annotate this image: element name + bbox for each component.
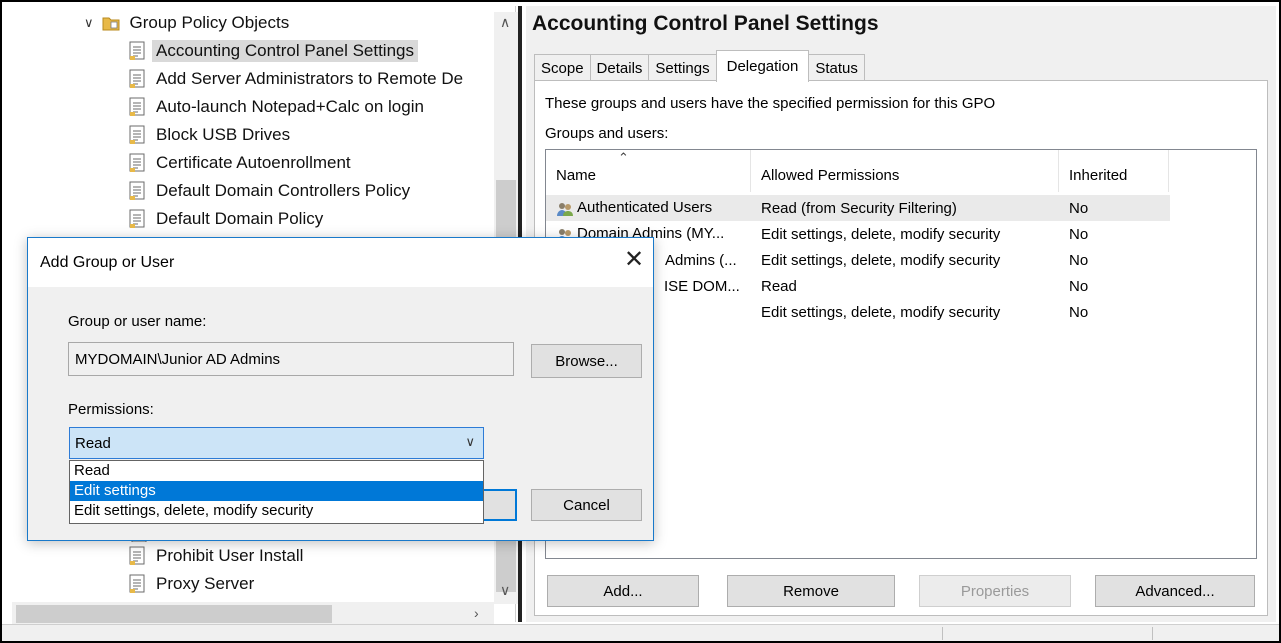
tree-item-add-server-administrators[interactable]: Add Server Administrators to Remote De	[128, 65, 467, 93]
tree-item-label: Proxy Server	[156, 574, 255, 593]
table-row[interactable]: Authenticated Users Read (from Security …	[546, 195, 1170, 221]
status-bar	[2, 624, 1279, 641]
tab-delegation[interactable]: Delegation	[715, 50, 810, 82]
scroll-right-icon[interactable]: ›	[474, 605, 479, 621]
option-read[interactable]: Read	[70, 461, 483, 481]
tab-scope[interactable]: Scope	[534, 54, 591, 82]
tree-root-group-policy-objects[interactable]: ∨ Group Policy Objects	[84, 9, 293, 37]
tree-horizontal-scrollbar[interactable]: ›	[12, 602, 494, 626]
tree-item-accounting-control-panel-settings[interactable]: Accounting Control Panel Settings	[128, 37, 418, 65]
tab-strip: Scope Details Settings Delegation Status	[534, 50, 865, 82]
tree-item-label: Default Domain Policy	[156, 209, 324, 228]
option-edit-settings-delete-modify-security[interactable]: Edit settings, delete, modify security	[70, 501, 483, 521]
chevron-down-icon[interactable]: ∨	[465, 434, 475, 450]
tab-settings[interactable]: Settings	[648, 54, 717, 82]
tree-item-label: Block USB Drives	[156, 125, 291, 144]
tree-item-block-usb-drives[interactable]: Block USB Drives	[128, 121, 294, 149]
tab-details[interactable]: Details	[589, 54, 650, 82]
option-edit-settings[interactable]: Edit settings	[70, 481, 483, 501]
sort-ascending-icon: ⌃	[618, 150, 629, 165]
delegation-description: These groups and users have the specifie…	[545, 95, 996, 112]
chevron-down-icon[interactable]: ∨	[84, 15, 94, 31]
tree-root-label: Group Policy Objects	[129, 13, 290, 32]
gpo-icon	[129, 546, 145, 565]
permissions-combobox[interactable]: Read ∨	[69, 427, 484, 459]
gpo-icon	[129, 153, 145, 172]
tree-item-prohibit-user-install[interactable]: Prohibit User Install	[128, 542, 307, 570]
tree-item-label: Accounting Control Panel Settings	[152, 40, 418, 62]
tree-item-label: Certificate Autoenrollment	[156, 153, 351, 172]
gpo-icon	[129, 125, 145, 144]
dialog-title: Add Group or User	[40, 254, 175, 271]
browse-button[interactable]: Browse...	[531, 344, 642, 378]
tree-item-label: Add Server Administrators to Remote De	[156, 69, 464, 88]
users-icon	[557, 202, 573, 216]
gpo-icon	[129, 574, 145, 593]
gpo-icon	[129, 209, 145, 228]
gpo-icon	[129, 41, 145, 60]
scroll-down-icon[interactable]: ∨	[500, 582, 510, 599]
dialog-titlebar[interactable]: Add Group or User ✕	[28, 238, 653, 287]
permissions-dropdown-list[interactable]: Read Edit settings Edit settings, delete…	[69, 460, 484, 524]
tree-item-default-domain-controllers-policy[interactable]: Default Domain Controllers Policy	[128, 177, 414, 205]
cancel-button[interactable]: Cancel	[531, 489, 642, 521]
status-divider	[1152, 627, 1153, 640]
scroll-up-icon[interactable]: ∧	[500, 14, 510, 31]
tree-item-auto-launch-notepad-calc[interactable]: Auto-launch Notepad+Calc on login	[128, 93, 428, 121]
scrollbar-thumb[interactable]	[16, 605, 332, 623]
permissions-label: Permissions:	[68, 401, 154, 418]
column-header-name[interactable]: ⌃ Name	[546, 150, 751, 192]
folder-icon	[102, 17, 120, 31]
properties-button[interactable]: Properties	[919, 575, 1071, 607]
close-icon[interactable]: ✕	[624, 248, 644, 272]
groups-and-users-label: Groups and users:	[545, 125, 669, 142]
tree-item-label: Default Domain Controllers Policy	[156, 181, 411, 200]
tree-item-default-domain-policy[interactable]: Default Domain Policy	[128, 205, 327, 233]
status-divider	[942, 627, 943, 640]
group-or-user-name-field[interactable]: MYDOMAIN\Junior AD Admins	[68, 342, 514, 376]
add-button[interactable]: Add...	[547, 575, 699, 607]
column-header-allowed-permissions[interactable]: Allowed Permissions	[751, 150, 1059, 192]
ok-button[interactable]	[484, 489, 517, 521]
gpo-icon	[129, 181, 145, 200]
gpo-title: Accounting Control Panel Settings	[532, 12, 879, 35]
tree-item-label: Prohibit User Install	[156, 546, 304, 565]
add-group-or-user-dialog: Add Group or User ✕ Group or user name: …	[27, 237, 654, 541]
tab-status[interactable]: Status	[808, 54, 865, 82]
remove-button[interactable]: Remove	[727, 575, 895, 607]
tree-item-proxy-server[interactable]: Proxy Server	[128, 570, 258, 598]
column-header-inherited[interactable]: Inherited	[1059, 150, 1169, 192]
group-or-user-name-label: Group or user name:	[68, 313, 207, 330]
gpo-icon	[129, 69, 145, 88]
list-header: ⌃ Name Allowed Permissions Inherited	[546, 150, 1256, 192]
tree-item-label: Auto-launch Notepad+Calc on login	[156, 97, 424, 116]
advanced-button[interactable]: Advanced...	[1095, 575, 1255, 607]
gpo-icon	[129, 97, 145, 116]
tree-item-certificate-autoenrollment[interactable]: Certificate Autoenrollment	[128, 149, 355, 177]
